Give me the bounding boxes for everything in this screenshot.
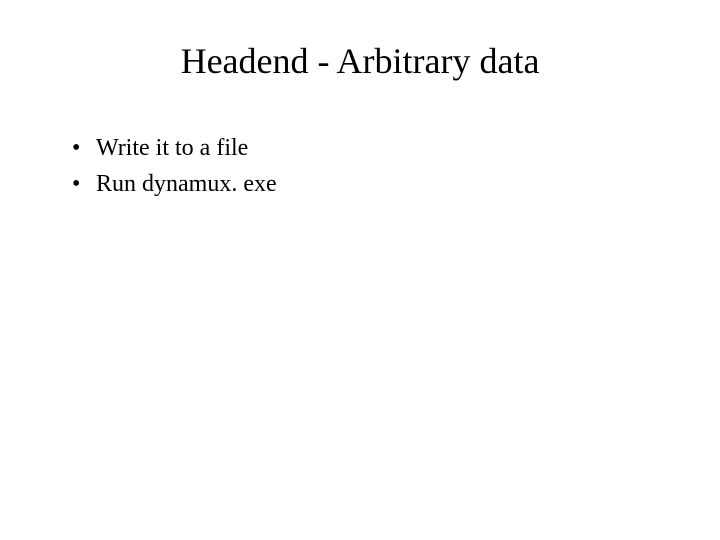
bullet-list: Write it to a file Run dynamux. exe	[48, 130, 672, 202]
slide-title: Headend - Arbitrary data	[48, 40, 672, 82]
list-item: Write it to a file	[72, 130, 672, 166]
list-item: Run dynamux. exe	[72, 166, 672, 202]
